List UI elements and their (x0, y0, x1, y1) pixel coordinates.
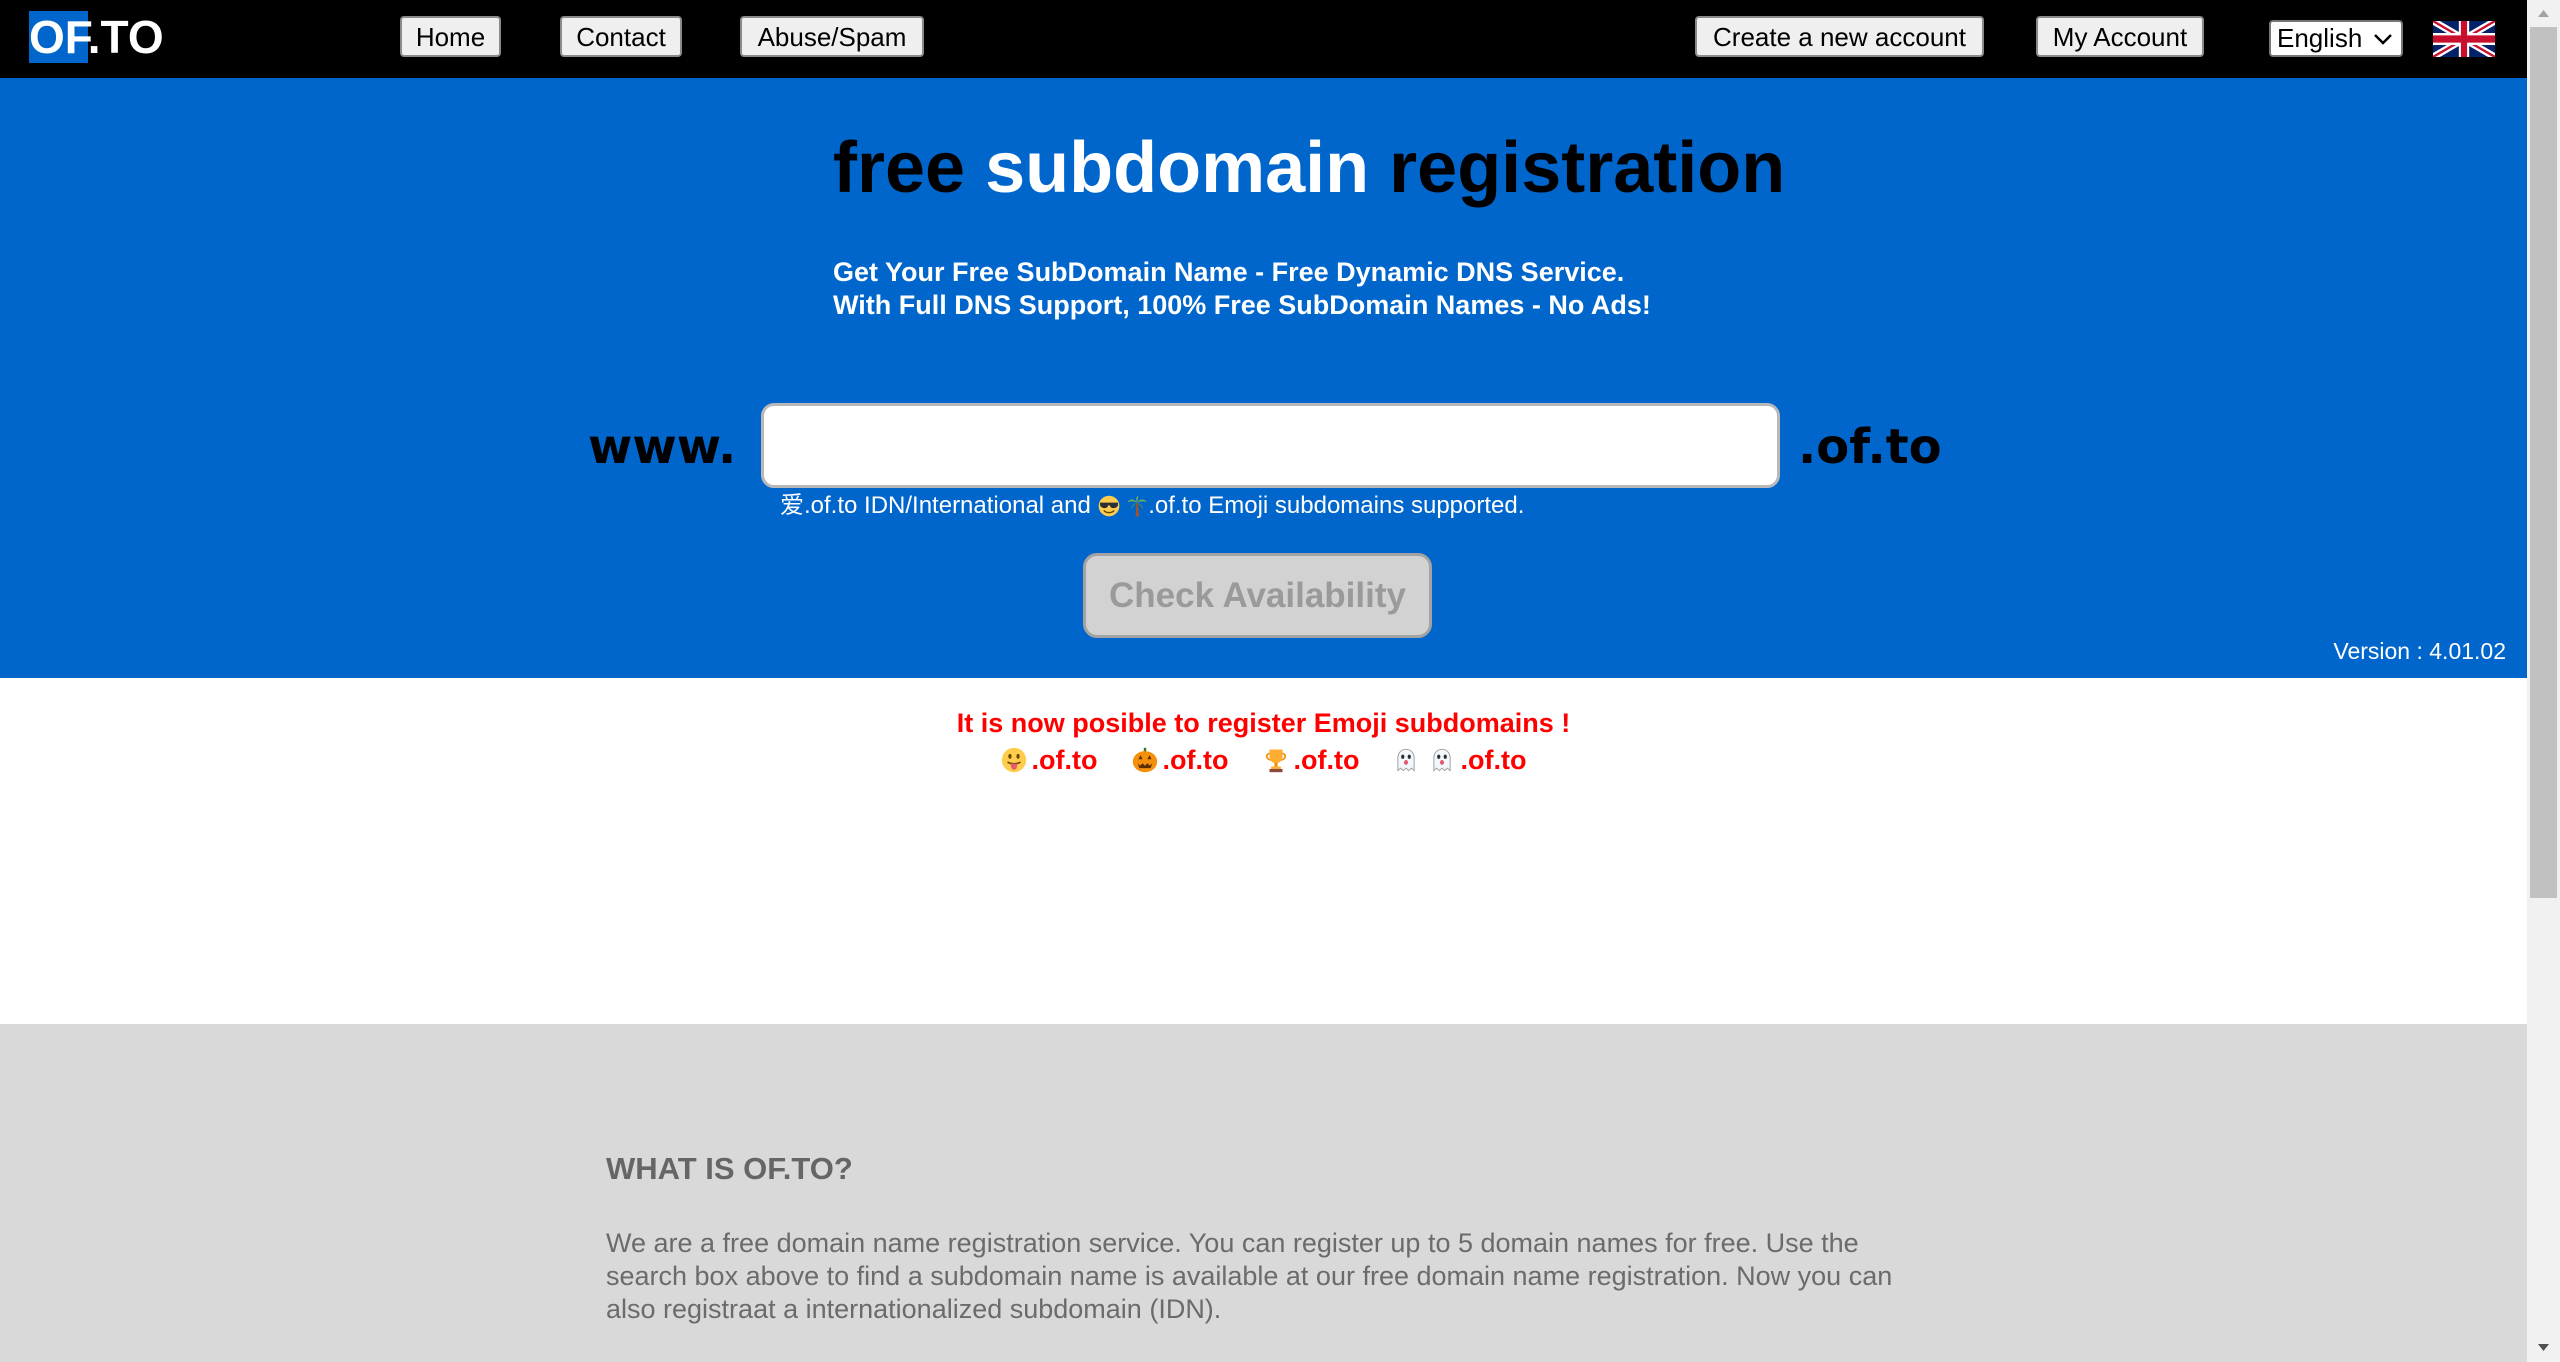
home-button[interactable]: Home (400, 16, 501, 57)
create-account-button[interactable]: Create a new account (1695, 16, 1984, 57)
contact-button[interactable]: Contact (560, 16, 682, 57)
subtitle: Get Your Free SubDomain Name - Free Dyna… (833, 256, 1651, 322)
idn-emoji-note: 爱.of.to IDN/International and .of.to Emo… (780, 491, 1524, 521)
my-account-button[interactable]: My Account (2036, 16, 2204, 57)
idn-note-text-2: .of.to Emoji subdomains supported. (1148, 492, 1525, 519)
smiling-face-with-sunglasses-icon (1098, 495, 1119, 517)
emoji-example-2: .of.to (1132, 744, 1229, 776)
scroll-down-arrow-icon[interactable] (2537, 1343, 2550, 1353)
emoji-examples: .of.to .of.to .of.to .of.to (0, 744, 2527, 776)
hero-section: free subdomain registration Get Your Fre… (0, 78, 2527, 678)
logo-rest: .TO (87, 11, 164, 63)
title-part-registration: registration (1389, 128, 1786, 208)
about-section: WHAT IS OF.TO? We are a free domain name… (0, 1024, 2527, 1362)
example-domain: .of.to (1293, 745, 1360, 775)
top-nav: OF.TO Home Contact Abuse/Spam Create a n… (0, 0, 2527, 78)
jack-o-lantern-icon (1132, 747, 1157, 773)
example-domain: .of.to (1162, 745, 1229, 775)
idn-note-text-1: .of.to IDN/International and (804, 492, 1091, 519)
announcement-title: It is now posible to register Emoji subd… (956, 708, 1571, 738)
title-part-subdomain: subdomain (985, 128, 1370, 208)
domain-suffix: .of.to (1798, 419, 1942, 475)
example-domain: .of.to (1031, 745, 1098, 775)
domain-prefix: www. (588, 419, 737, 475)
trophy-icon (1265, 749, 1286, 773)
scroll-up-arrow-icon[interactable] (2537, 8, 2550, 18)
version-label: Version : 4.01.02 (2333, 638, 2506, 664)
vertical-scrollbar[interactable] (2527, 0, 2560, 1362)
announcement-section: It is now posible to register Emoji subd… (0, 678, 2527, 1024)
ghost-icon (1397, 748, 1416, 772)
emoji-example-1: .of.to (1001, 744, 1098, 776)
title-part-free: free (833, 128, 966, 208)
ghost-icon (1433, 748, 1452, 772)
ghost-pair (1393, 747, 1455, 773)
logo-highlight: OF (29, 11, 88, 63)
idn-character: 爱 (780, 492, 804, 519)
about-body: We are a free domain name registration s… (606, 1228, 1893, 1324)
site-logo[interactable]: OF.TO (29, 11, 164, 63)
scrollbar-thumb[interactable] (2530, 27, 2557, 898)
subtitle-line-2: With Full DNS Support, 100% Free SubDoma… (833, 290, 1651, 320)
emoji-example-4: .of.to (1393, 744, 1526, 776)
check-availability-button[interactable]: Check Availability (1083, 553, 1432, 638)
chevron-down-icon (2374, 34, 2392, 45)
language-select-value: English (2277, 23, 2363, 53)
abuse-spam-button[interactable]: Abuse/Spam (740, 16, 924, 57)
language-select[interactable]: English (2269, 20, 2403, 57)
uk-flag-icon[interactable] (2433, 21, 2495, 57)
subtitle-line-1: Get Your Free SubDomain Name - Free Dyna… (833, 257, 1625, 287)
palm-tree-icon (1127, 495, 1147, 517)
page-title: free subdomain registration (833, 128, 1785, 208)
about-heading: WHAT IS OF.TO? (606, 1151, 853, 1186)
emoji-example-3: .of.to (1263, 744, 1360, 776)
subdomain-search-input[interactable] (761, 403, 1780, 488)
example-domain: .of.to (1460, 745, 1527, 775)
face-with-tongue-icon (1001, 747, 1026, 773)
